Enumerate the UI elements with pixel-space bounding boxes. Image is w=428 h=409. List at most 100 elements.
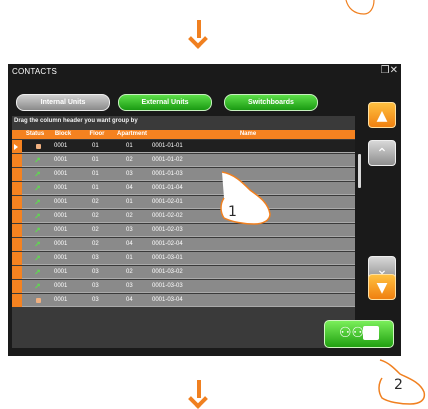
table-row[interactable]: ↗ 0001 02 03 0001-02-03 bbox=[12, 224, 355, 237]
cell-name: 0001-01-04 bbox=[152, 185, 183, 191]
cell-apartment: 01 bbox=[126, 199, 133, 205]
row-indicator bbox=[12, 238, 22, 251]
add-contact-button[interactable]: ⚇⚇ bbox=[324, 320, 394, 348]
table-row[interactable]: ↗ 0001 02 02 0001-02-02 bbox=[12, 210, 355, 223]
cell-floor: 01 bbox=[92, 157, 99, 163]
row-indicator bbox=[12, 182, 22, 195]
column-headers: Status Block Floor Apartment Name bbox=[12, 130, 355, 139]
cell-block: 0001 bbox=[54, 157, 68, 163]
row-indicator bbox=[12, 266, 22, 279]
cell-name: 0001-02-02 bbox=[152, 213, 183, 219]
cell-apartment: 01 bbox=[126, 255, 133, 261]
cell-name: 0001-03-01 bbox=[152, 255, 183, 261]
cell-floor: 01 bbox=[92, 171, 99, 177]
cell-block: 0001 bbox=[54, 185, 68, 191]
header-block[interactable]: Block bbox=[48, 130, 78, 139]
cell-name: 0001-01-01 bbox=[152, 143, 183, 149]
cell-block: 0001 bbox=[54, 227, 68, 233]
page-up-button[interactable]: ⌃ bbox=[368, 140, 396, 166]
device-screen: CONTACTS ❒✕ Internal Units External Unit… bbox=[8, 64, 401, 356]
tab-switchboards[interactable]: Switchboards bbox=[224, 94, 318, 111]
row-pointer-icon bbox=[14, 144, 18, 150]
header-name[interactable]: Name bbox=[148, 130, 348, 139]
cell-floor: 03 bbox=[92, 297, 99, 303]
cell-block: 0001 bbox=[54, 213, 68, 219]
contacts-grid: Drag the column header you want group by… bbox=[12, 116, 355, 348]
house-up-icon: ⌃ bbox=[376, 146, 388, 162]
finger-callout-1 bbox=[220, 171, 271, 225]
status-call-icon: ↗ bbox=[34, 282, 41, 291]
finger-outline-icon bbox=[345, 0, 375, 15]
status-call-icon: ↗ bbox=[34, 226, 41, 235]
cell-name: 0001-03-03 bbox=[152, 283, 183, 289]
double-chevron-up-icon: ▲ bbox=[376, 108, 388, 124]
cell-name: 0001-01-03 bbox=[152, 171, 183, 177]
table-row[interactable]: ↗ 0001 03 02 0001-03-02 bbox=[12, 266, 355, 279]
cell-block: 0001 bbox=[54, 283, 68, 289]
cell-floor: 01 bbox=[92, 143, 99, 149]
row-indicator bbox=[12, 210, 22, 223]
table-row[interactable]: ↗ 0001 03 01 0001-03-01 bbox=[12, 252, 355, 265]
cell-floor: 02 bbox=[92, 227, 99, 233]
window-title: CONTACTS bbox=[12, 67, 58, 76]
cell-name: 0001-03-02 bbox=[152, 269, 183, 275]
table-row[interactable]: 0001 01 01 0001-01-01 bbox=[12, 140, 355, 153]
cell-name: 0001-02-04 bbox=[152, 241, 183, 247]
cell-apartment: 03 bbox=[126, 283, 133, 289]
status-call-icon: ↗ bbox=[34, 254, 41, 263]
row-indicator bbox=[12, 196, 22, 209]
table-row[interactable]: ↗ 0001 02 01 0001-02-01 bbox=[12, 196, 355, 209]
cell-apartment: 04 bbox=[126, 185, 133, 191]
row-indicator bbox=[12, 140, 22, 153]
status-call-icon: ↗ bbox=[34, 184, 41, 193]
header-floor[interactable]: Floor bbox=[78, 130, 116, 139]
people-icon: ⚇⚇ bbox=[339, 325, 365, 341]
cell-block: 0001 bbox=[54, 297, 68, 303]
scroll-top-button[interactable]: ▲ bbox=[368, 102, 396, 128]
scrollbar-thumb[interactable] bbox=[358, 154, 361, 188]
group-by-hint: Drag the column header you want group by bbox=[14, 118, 138, 124]
window-controls[interactable]: ❒✕ bbox=[381, 65, 398, 76]
tab-external-units[interactable]: External Units bbox=[118, 94, 212, 111]
header-apartment[interactable]: Apartment bbox=[116, 130, 148, 139]
table-row[interactable]: 0001 03 04 0001-03-04 bbox=[12, 294, 355, 307]
cell-block: 0001 bbox=[54, 255, 68, 261]
cell-apartment: 04 bbox=[126, 297, 133, 303]
status-call-icon: ↗ bbox=[34, 240, 41, 249]
cell-floor: 02 bbox=[92, 241, 99, 247]
cell-name: 0001-03-04 bbox=[152, 297, 183, 303]
cell-apartment: 02 bbox=[126, 213, 133, 219]
cell-name: 0001-02-01 bbox=[152, 199, 183, 205]
cell-block: 0001 bbox=[54, 143, 68, 149]
table-row[interactable]: ↗ 0001 03 03 0001-03-03 bbox=[12, 280, 355, 293]
title-bar: CONTACTS ❒✕ bbox=[8, 64, 401, 80]
vertical-scrollbar[interactable] bbox=[355, 116, 363, 342]
cell-apartment: 01 bbox=[126, 143, 133, 149]
cell-apartment: 02 bbox=[126, 157, 133, 163]
row-indicator bbox=[12, 168, 22, 181]
cell-block: 0001 bbox=[54, 199, 68, 205]
table-row[interactable]: ↗ 0001 02 04 0001-02-04 bbox=[12, 238, 355, 251]
cell-block: 0001 bbox=[54, 269, 68, 275]
status-idle-icon bbox=[36, 298, 41, 303]
row-indicator bbox=[12, 280, 22, 293]
callout-number-1: 1 bbox=[228, 204, 237, 220]
row-indicator bbox=[12, 154, 22, 167]
tab-internal-units[interactable]: Internal Units bbox=[16, 94, 110, 111]
status-idle-icon bbox=[36, 144, 41, 149]
table-row[interactable]: ↗ 0001 01 02 0001-01-02 bbox=[12, 154, 355, 167]
header-status[interactable]: Status bbox=[22, 130, 48, 139]
table-row[interactable]: ↗ 0001 01 04 0001-01-04 bbox=[12, 182, 355, 195]
table-row[interactable]: ↗ 0001 01 03 0001-01-03 bbox=[12, 168, 355, 181]
status-call-icon: ↗ bbox=[34, 156, 41, 165]
cell-apartment: 03 bbox=[126, 171, 133, 177]
row-indicator bbox=[12, 252, 22, 265]
scroll-bottom-button[interactable]: ▼ bbox=[368, 274, 396, 300]
cell-floor: 03 bbox=[92, 283, 99, 289]
row-indicator bbox=[12, 224, 22, 237]
row-indicator bbox=[12, 294, 22, 307]
cell-apartment: 02 bbox=[126, 269, 133, 275]
add-contact-icon bbox=[363, 326, 379, 340]
cell-floor: 03 bbox=[92, 269, 99, 275]
cell-apartment: 04 bbox=[126, 241, 133, 247]
